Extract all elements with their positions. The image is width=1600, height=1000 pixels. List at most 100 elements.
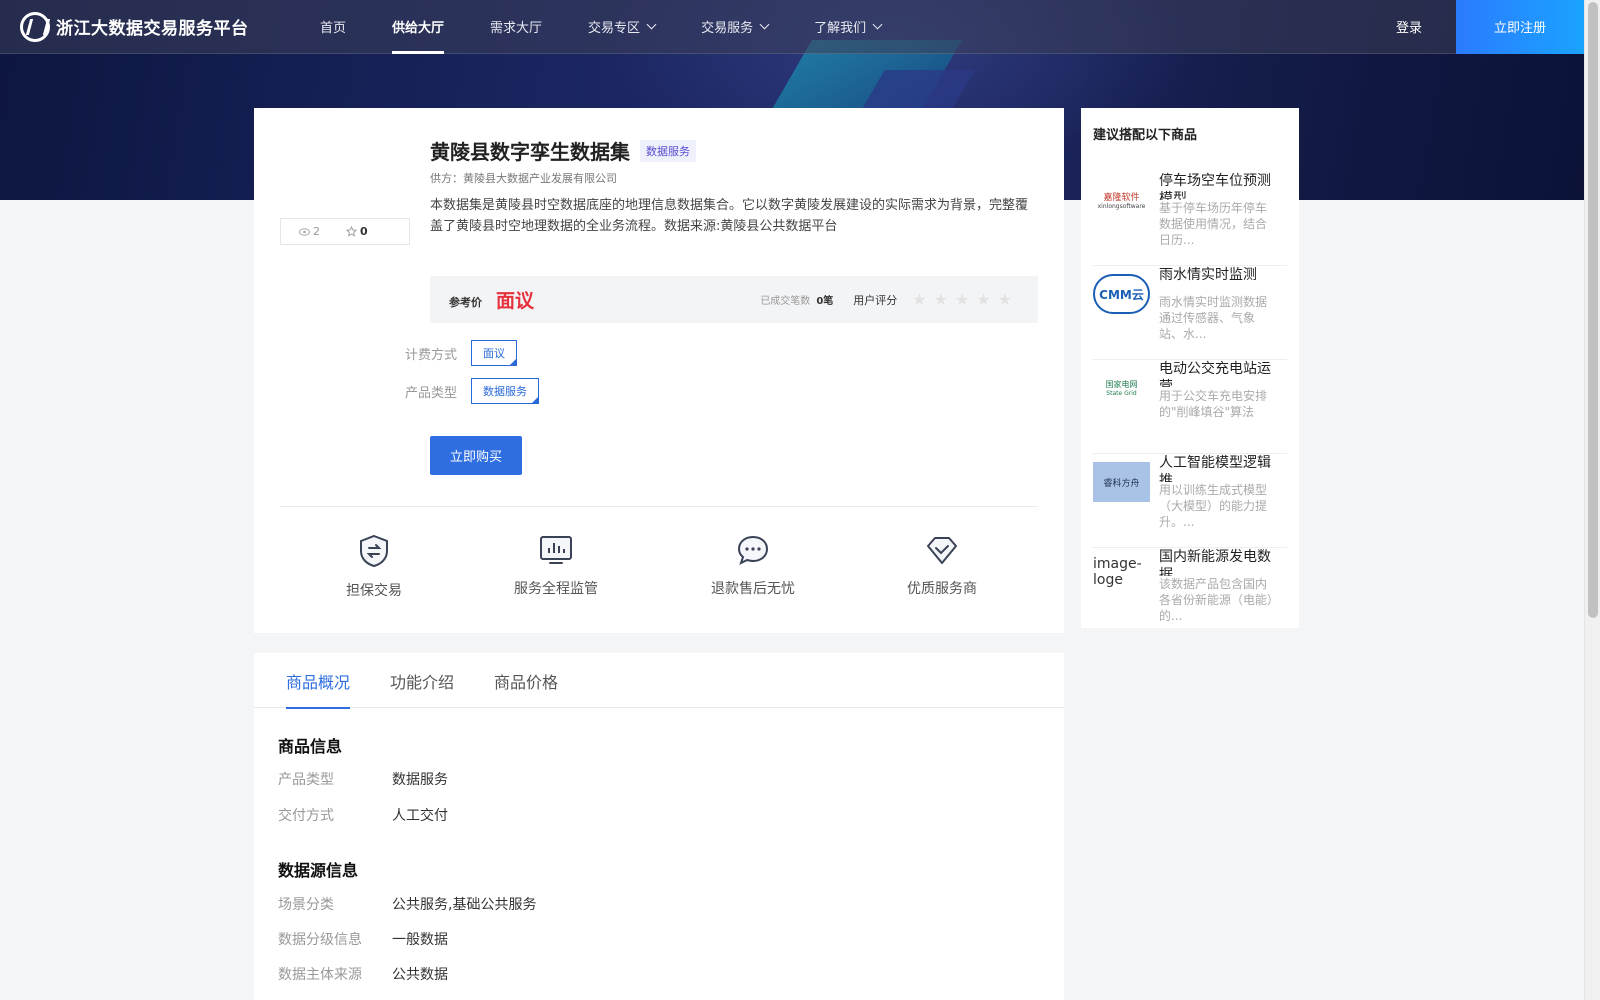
field-label: 数据主体来源 [278,967,362,983]
billing-method-option[interactable]: 面议 [471,340,518,366]
nav-home[interactable]: 首页 [320,0,346,54]
recommendation-desc: 用于公交车充电安排的"削峰填谷"算法 [1159,389,1268,419]
star-icon: ★ [976,290,991,309]
product-stats: 2 0 [280,218,410,245]
source-info-title: 数据源信息 [278,861,359,880]
deals-label: 已成交笔数 [760,296,811,307]
feature-quality-provider: 优质服务商 [907,534,977,598]
feature-refund-worry-free: 退款售后无忧 [711,534,795,598]
star-icon: ★ [933,290,948,309]
site-logo[interactable]: 浙江大数据交易服务平台 [20,11,320,42]
nav-trade-service[interactable]: 交易服务 [701,0,770,54]
favorite-count-value: 0 [360,225,368,238]
logo-text: 睿科方舟 [1103,478,1140,489]
field-label: 场景分类 [278,897,334,913]
billing-method-row: 计费方式 面议 [405,340,518,366]
nav-label: 交易服务 [701,21,754,36]
recommendation-name: 电动公交充电站运营 [1159,361,1271,388]
product-description: 本数据集是黄陵县时空数据底座的地理信息数据集合。它以数字黄陵发展建设的实际需求为… [430,198,1029,234]
recommendation-name: 停车场空车位预测模型 [1159,173,1271,200]
buy-now-button[interactable]: 立即购买 [430,436,522,475]
recommendation-name: 雨水情实时监测 [1159,267,1257,283]
nav-label: 供给大厅 [392,21,445,36]
nav-about-us[interactable]: 了解我们 [814,0,883,54]
tab-overview[interactable]: 商品概况 [286,653,351,709]
nav-trade-zone[interactable]: 交易专区 [588,0,657,54]
tab-pricing[interactable]: 商品价格 [494,653,558,708]
recommendation-desc: 基于停车场历年停车数据使用情况，结合日历... [1159,201,1268,247]
scrollbar-thumb[interactable] [1588,2,1598,618]
feature-guaranteed-trade: 担保交易 [346,534,402,600]
star-icon: ★ [912,290,927,309]
feature-label: 服务全程监管 [514,581,598,597]
service-features: 担保交易 服务全程监管 退款售后无忧 优质服务商 [280,534,1038,614]
diamond-check-icon [927,537,957,564]
goods-info-title: 商品信息 [278,737,343,756]
view-count-value: 2 [313,225,320,238]
chevron-down-icon [646,19,657,30]
chevron-down-icon [759,19,770,30]
nav-demand-hall[interactable]: 需求大厅 [490,0,542,54]
recommendations-title: 建议搭配以下商品 [1093,128,1198,143]
broken-image-alt: image-loge [1093,556,1142,588]
recommendation-item[interactable]: 睿科方舟 人工智能模型逻辑推 用以训练生成式模型（大模型）的能力提升。... [1093,454,1287,548]
goods-info-row: 交付方式 人工交付 [278,805,448,825]
feature-label: 退款售后无忧 [711,581,795,597]
tab-features[interactable]: 功能介绍 [390,653,454,708]
nav-label: 了解我们 [814,21,867,36]
favorite-count[interactable]: 0 [346,225,368,238]
eye-icon [299,227,310,236]
rating-stars: ★ ★ ★ ★ ★ [905,290,1012,309]
recommendation-name: 国内新能源发电数据 [1159,549,1271,576]
star-outline-icon [346,226,357,237]
recommendation-desc: 该数据产品包含国内各省份新能源（电能）的... [1159,577,1274,623]
product-type-badge: 数据服务 [640,139,696,162]
register-button[interactable]: 立即注册 [1456,0,1584,54]
price-value: 面议 [496,290,535,312]
shield-exchange-icon [360,534,388,568]
source-info-row: 数据分级信息 一般数据 [278,929,448,949]
price-label: 参考价 [449,295,482,309]
chat-bubble-icon [737,535,769,565]
nav-label: 需求大厅 [490,21,543,36]
nav-label: 交易专区 [588,21,641,36]
field-label: 数据分级信息 [278,932,362,948]
logo-text: 浙江大数据交易服务平台 [56,19,249,39]
page-scrollbar[interactable] [1584,0,1600,1000]
feature-label: 优质服务商 [907,581,977,597]
billing-method-label: 计费方式 [405,347,458,363]
product-type-row: 产品类型 数据服务 [405,378,540,404]
recommendation-logo: image-loge [1093,556,1150,596]
recommendations-panel: 建议搭配以下商品 嘉隆软件 xinlongsoftware 停车场空车位预测模型… [1081,108,1299,628]
recommendation-item[interactable]: 嘉隆软件 xinlongsoftware 停车场空车位预测模型 基于停车场历年停… [1093,172,1287,266]
recommendation-logo: CMM云 [1093,274,1150,314]
product-type-label: 产品类型 [405,385,458,401]
main-nav: 首页 供给大厅 需求大厅 交易专区 交易服务 了解我们 [320,0,927,54]
nav-supply-hall[interactable]: 供给大厅 [392,0,445,54]
star-icon: ★ [997,290,1012,309]
source-info-row: 数据主体来源 公共数据 [278,964,448,984]
logo-subtext: State Grid [1106,390,1137,397]
price-box: 参考价 面议 已成交笔数 0笔 用户评分 ★ ★ ★ ★ ★ [430,276,1038,323]
recommendation-desc: 用以训练生成式模型（大模型）的能力提升。... [1159,483,1268,529]
deals-value: 0笔 [816,296,834,307]
feature-full-supervision: 服务全程监管 [514,534,598,598]
nav-label: 首页 [320,21,347,36]
top-header: 浙江大数据交易服务平台 首页 供给大厅 需求大厅 交易专区 交易服务 了解我们 … [0,0,1584,54]
login-link[interactable]: 登录 [1396,17,1422,36]
product-type-option[interactable]: 数据服务 [471,378,540,404]
view-count: 2 [299,225,320,238]
field-value: 公共数据 [392,967,448,983]
field-label: 交付方式 [278,808,334,824]
recommendation-name: 人工智能模型逻辑推 [1159,455,1271,482]
feature-label: 担保交易 [346,583,402,599]
recommendation-logo: 睿科方舟 [1093,462,1150,502]
recommendation-item[interactable]: CMM云 雨水情实时监测 雨水情实时监测数据通过传感器、气象站、水... [1093,266,1287,360]
recommendation-logo: 国家电网 State Grid [1093,368,1150,408]
recommendation-item[interactable]: image-loge 国内新能源发电数据 该数据产品包含国内各省份新能源（电能）… [1093,548,1287,628]
source-info-row: 场景分类 公共服务,基础公共服务 [278,894,536,914]
goods-info-row: 产品类型 数据服务 [278,769,448,789]
recommendation-item[interactable]: 国家电网 State Grid 电动公交充电站运营 用于公交车充电安排的"削峰填… [1093,360,1287,454]
field-value: 公共服务,基础公共服务 [392,897,537,913]
field-label: 产品类型 [278,772,334,788]
